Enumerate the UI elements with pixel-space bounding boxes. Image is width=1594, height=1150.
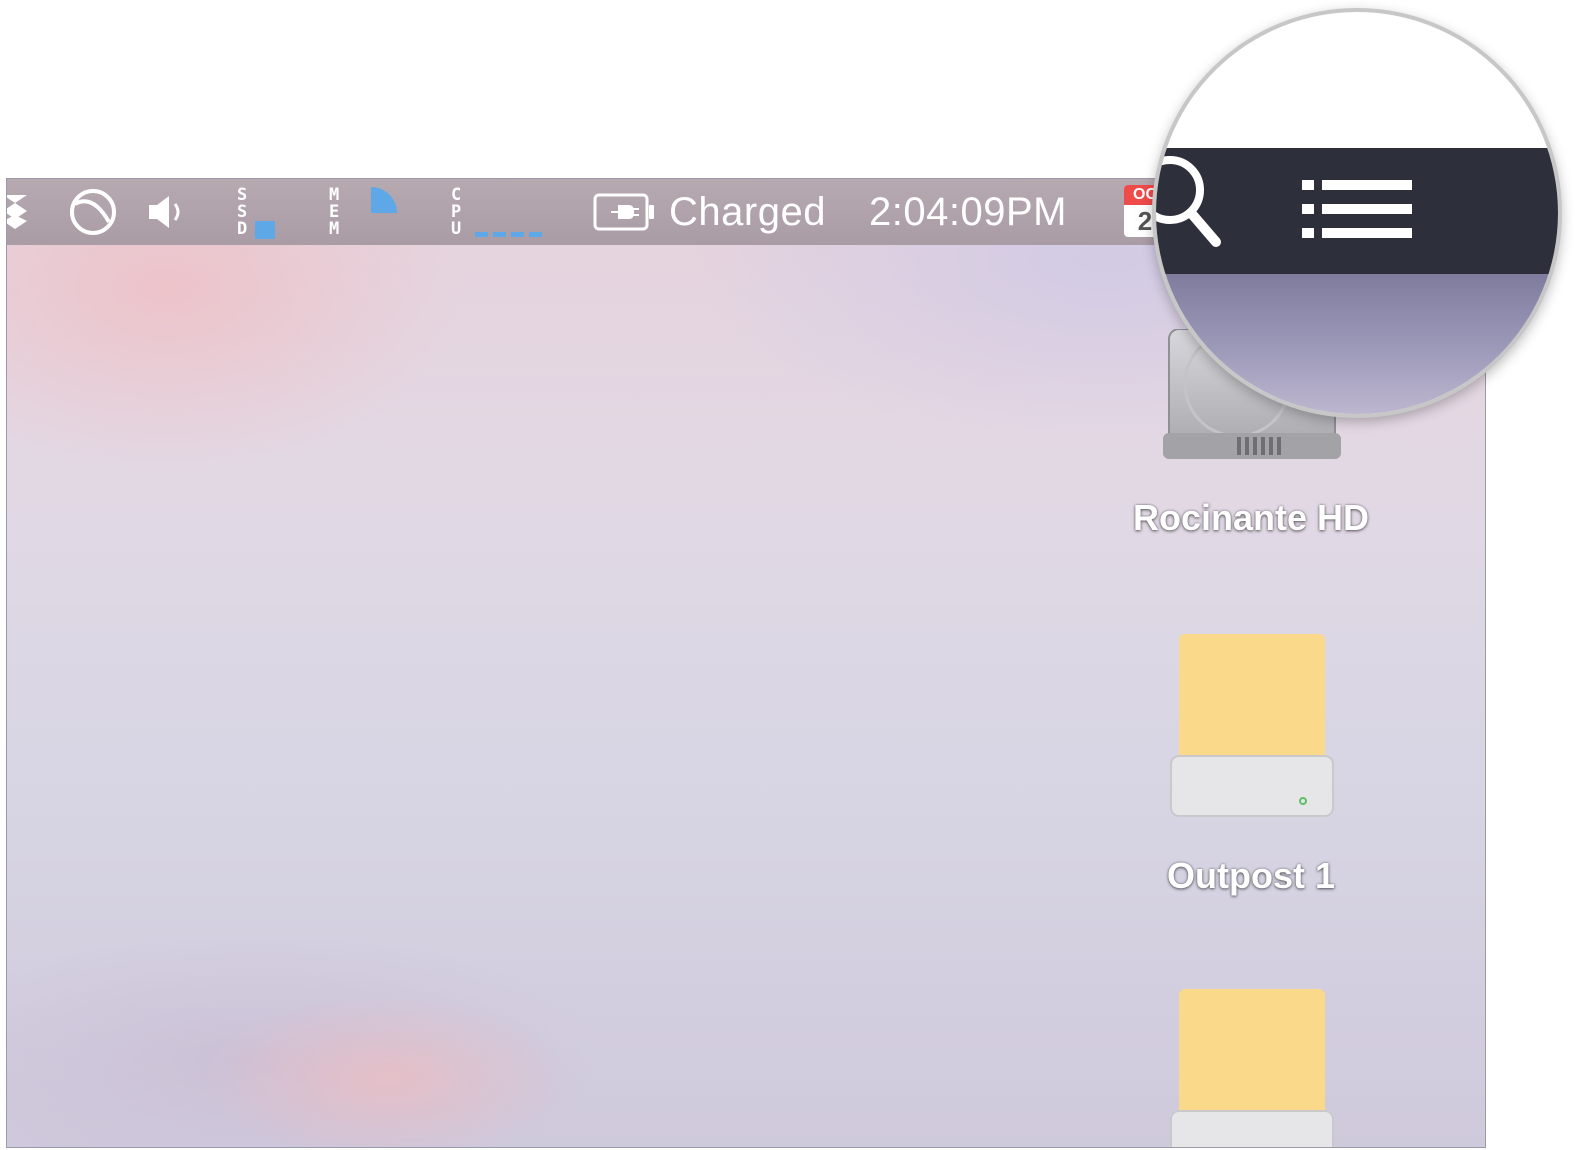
drive-outpost[interactable] — [1167, 634, 1337, 824]
ssd-label-s1: S — [237, 184, 248, 205]
ssd-usage-bar — [255, 221, 276, 239]
ssd-meter[interactable]: S S D — [237, 179, 276, 245]
external-drive-icon — [1170, 989, 1334, 1147]
do-not-disturb-icon[interactable] — [67, 179, 119, 245]
cpu-label-u: U — [451, 218, 462, 239]
volume-icon[interactable] — [145, 179, 191, 245]
clock-text: 2:04:09PM — [869, 189, 1067, 234]
mem-label-e: E — [329, 201, 340, 222]
drive-third[interactable] — [1167, 989, 1337, 1147]
cpu-label-p: P — [451, 201, 462, 222]
menu-clock[interactable]: 2:04:09PM — [869, 179, 1067, 245]
battery-menu[interactable]: Charged — [593, 179, 826, 245]
dropbox-icon[interactable] — [7, 179, 41, 245]
spotlight-search-icon[interactable] — [1152, 138, 1226, 258]
drive-label-outpost[interactable]: Outpost 1 — [1081, 855, 1421, 897]
mem-label: M E M — [329, 184, 340, 239]
mem-label-m1: M — [329, 184, 340, 205]
battery-status-text: Charged — [669, 189, 826, 234]
ssd-label: S S D — [237, 184, 248, 239]
battery-charging-icon — [593, 193, 654, 231]
cpu-meter[interactable]: C P U — [451, 179, 543, 245]
drive-label-rocinante[interactable]: Rocinante HD — [1081, 497, 1421, 539]
magnified-menu-bar — [1156, 148, 1558, 274]
mem-label-m2: M — [329, 218, 340, 239]
notification-center-list-icon[interactable] — [1302, 178, 1414, 242]
mem-pie-icon — [371, 187, 398, 213]
cpu-label: C P U — [451, 184, 462, 239]
ssd-label-d: D — [237, 218, 248, 239]
magnifier-callout — [1152, 8, 1562, 418]
ssd-label-s2: S — [237, 201, 248, 222]
external-drive-icon — [1170, 634, 1334, 817]
cpu-graph — [475, 231, 543, 237]
magnified-desktop-background — [1156, 274, 1558, 414]
cpu-label-c: C — [451, 184, 462, 205]
mem-meter[interactable]: M E M — [329, 179, 403, 245]
